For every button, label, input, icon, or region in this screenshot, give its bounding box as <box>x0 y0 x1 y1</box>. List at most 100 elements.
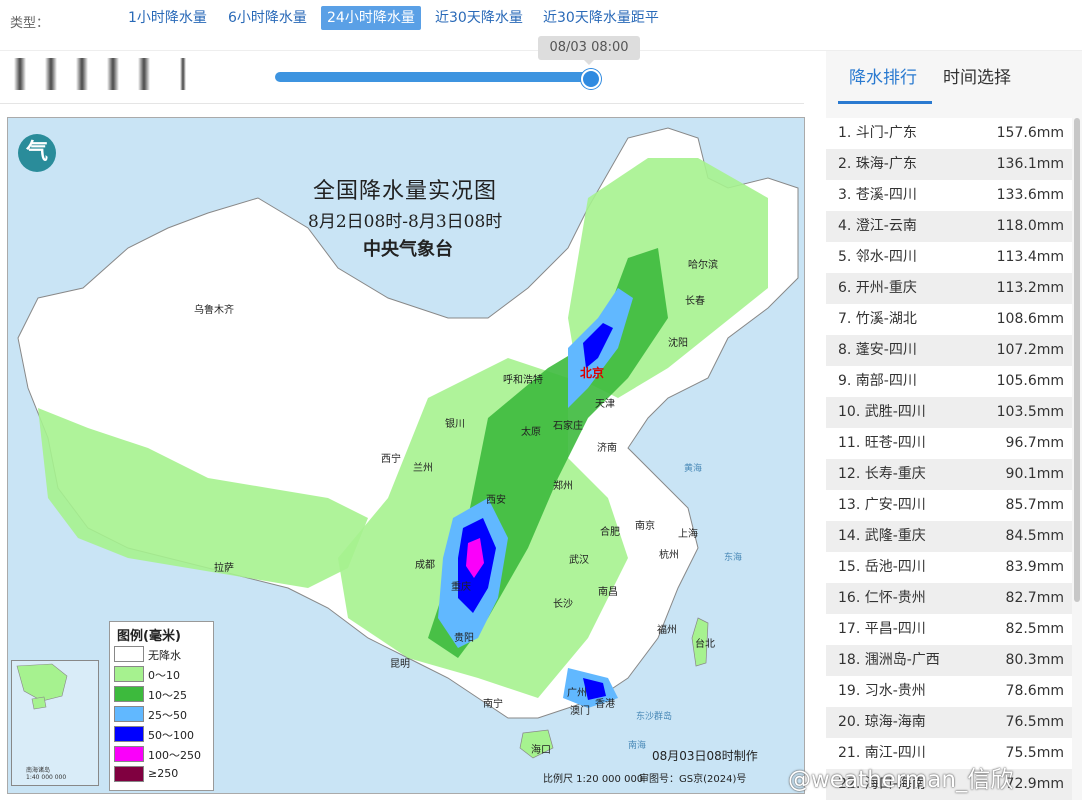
legend-swatch <box>114 766 144 782</box>
city-label: 石家庄 <box>553 421 583 432</box>
legend-label: 50～100 <box>148 729 194 742</box>
legend-label: 25～50 <box>148 709 187 722</box>
legend-swatch <box>114 686 144 702</box>
ranking-station: 15. 岳池-四川 <box>838 559 926 575</box>
ranking-row[interactable]: 14. 武隆-重庆 84.5mm <box>826 521 1072 552</box>
ranking-row[interactable]: 11. 旺苍-四川 96.7mm <box>826 428 1072 459</box>
ranking-row[interactable]: 10. 武胜-四川 103.5mm <box>826 397 1072 428</box>
ranking-value: 113.4mm <box>996 249 1064 265</box>
legend-item: 25～50 <box>114 706 210 723</box>
ranking-row[interactable]: 5. 邻水-四川 113.4mm <box>826 242 1072 273</box>
frame-thumb[interactable] <box>138 58 150 90</box>
ranking-value: 105.6mm <box>996 373 1064 389</box>
ranking-row[interactable]: 18. 涠洲岛-广西 80.3mm <box>826 645 1072 676</box>
map-title: 全国降水量实况图 <box>313 179 498 204</box>
tab-30d-anomaly[interactable]: 近30天降水量距平 <box>537 6 665 30</box>
ranking-row[interactable]: 6. 开州-重庆 113.2mm <box>826 273 1072 304</box>
legend-item: 0～10 <box>114 666 210 683</box>
weibo-watermark: @weatherman_信欣 <box>788 767 1014 793</box>
ranking-row[interactable]: 7. 竹溪-湖北 108.6mm <box>826 304 1072 335</box>
ranking-row[interactable]: 20. 琼海-海南 76.5mm <box>826 707 1072 738</box>
city-label: 沈阳 <box>668 338 688 349</box>
city-label: 南昌 <box>598 587 618 598</box>
ranking-scrollbar[interactable] <box>1074 118 1080 602</box>
city-label: 济南 <box>597 443 617 454</box>
city-label: 西安 <box>486 495 506 506</box>
timeline-divider <box>0 103 804 104</box>
city-label: 南宁 <box>483 699 503 710</box>
ranking-station: 19. 习水-贵州 <box>838 683 926 699</box>
ranking-row[interactable]: 17. 平昌-四川 82.5mm <box>826 614 1072 645</box>
ranking-station: 20. 琼海-海南 <box>838 714 926 730</box>
ranking-row[interactable]: 19. 习水-贵州 78.6mm <box>826 676 1072 707</box>
city-label: 武汉 <box>569 555 589 566</box>
ranking-station: 13. 广安-四川 <box>838 497 926 513</box>
city-label: 天津 <box>595 399 615 410</box>
tab-1h-precip[interactable]: 1小时降水量 <box>122 6 213 30</box>
ranking-station: 8. 蓬安-四川 <box>838 342 917 358</box>
city-label: 拉萨 <box>214 563 234 574</box>
city-label: 澳门 <box>570 706 590 717</box>
city-label: 乌鲁木齐 <box>194 305 234 316</box>
frame-thumb[interactable] <box>76 58 88 90</box>
type-toolbar: 类型： 1小时降水量 6小时降水量 24小时降水量 近30天降水量 近30天降水… <box>0 0 1082 40</box>
frame-thumb[interactable] <box>180 58 186 90</box>
ranking-value: 76.5mm <box>1005 714 1064 730</box>
ranking-station: 12. 长寿-重庆 <box>838 466 926 482</box>
city-label: 香港 <box>595 699 615 710</box>
ranking-value: 108.6mm <box>996 311 1064 327</box>
ranking-row[interactable]: 3. 苍溪-四川 133.6mm <box>826 180 1072 211</box>
inset-label: 南海诸岛 1:40 000 000 <box>26 767 67 781</box>
city-label: 昆明 <box>390 659 410 670</box>
ranking-station: 10. 武胜-四川 <box>838 404 926 420</box>
time-slider-track[interactable] <box>275 72 590 82</box>
ranking-list: 1. 斗门-广东 157.6mm 2. 珠海-广东 136.1mm 3. 苍溪-四川 13… <box>826 118 1072 800</box>
legend-swatch <box>114 726 144 742</box>
tab-precip-ranking[interactable]: 降水排行 <box>849 63 917 88</box>
tab-6h-precip[interactable]: 6小时降水量 <box>222 6 313 30</box>
tab-24h-precip[interactable]: 24小时降水量 <box>321 6 421 30</box>
ranking-value: 84.5mm <box>1005 528 1064 544</box>
ranking-value: 133.6mm <box>996 187 1064 203</box>
city-label-capital: 北京 <box>580 366 605 380</box>
ranking-row[interactable]: 4. 澄江-云南 118.0mm <box>826 211 1072 242</box>
sea-label: 南海 <box>628 741 647 751</box>
ranking-value: 157.6mm <box>996 125 1064 141</box>
city-label: 广州 <box>567 688 587 699</box>
ranking-row[interactable]: 15. 岳池-四川 83.9mm <box>826 552 1072 583</box>
frame-thumb[interactable] <box>45 58 57 90</box>
legend-swatch <box>114 706 144 722</box>
legend-label: 0～10 <box>148 669 180 682</box>
ranking-row[interactable]: 12. 长寿-重庆 90.1mm <box>826 459 1072 490</box>
legend-item: 50～100 <box>114 726 210 743</box>
frame-thumb[interactable] <box>14 58 26 90</box>
legend-swatch <box>114 666 144 682</box>
frame-thumb[interactable] <box>107 58 119 90</box>
ranking-row[interactable]: 1. 斗门-广东 157.6mm <box>826 118 1072 149</box>
ranking-value: 72.9mm <box>1005 776 1064 792</box>
legend-swatch <box>114 746 144 762</box>
legend-label: 100～250 <box>148 749 201 762</box>
city-label: 郑州 <box>553 481 573 492</box>
ranking-row[interactable]: 13. 广安-四川 85.7mm <box>826 490 1072 521</box>
ranking-row[interactable]: 16. 仁怀-贵州 82.7mm <box>826 583 1072 614</box>
ranking-value: 107.2mm <box>996 342 1064 358</box>
legend-label: 10～25 <box>148 689 187 702</box>
ranking-row[interactable]: 8. 蓬安-四川 107.2mm <box>826 335 1072 366</box>
ranking-value: 96.7mm <box>1005 435 1064 451</box>
ranking-panel: 降水排行 时间选择 1. 斗门-广东 157.6mm 2. 珠海-广东 136.1mm… <box>826 51 1082 800</box>
tab-time-select[interactable]: 时间选择 <box>943 63 1011 88</box>
time-tooltip: 08/03 08:00 <box>538 36 640 65</box>
ranking-value: 82.7mm <box>1005 590 1064 606</box>
city-label: 贵阳 <box>454 633 474 644</box>
ranking-value: 85.7mm <box>1005 497 1064 513</box>
type-label: 类型： <box>10 16 50 31</box>
time-slider-handle[interactable] <box>581 69 601 89</box>
ranking-row[interactable]: 9. 南部-四川 105.6mm <box>826 366 1072 397</box>
map-scale: 比例尺 1:20 000 000 <box>543 774 644 785</box>
legend-item: 10～25 <box>114 686 210 703</box>
ranking-value: 90.1mm <box>1005 466 1064 482</box>
ranking-value: 75.5mm <box>1005 745 1064 761</box>
tab-30d-precip[interactable]: 近30天降水量 <box>429 6 529 30</box>
ranking-row[interactable]: 2. 珠海-广东 136.1mm <box>826 149 1072 180</box>
